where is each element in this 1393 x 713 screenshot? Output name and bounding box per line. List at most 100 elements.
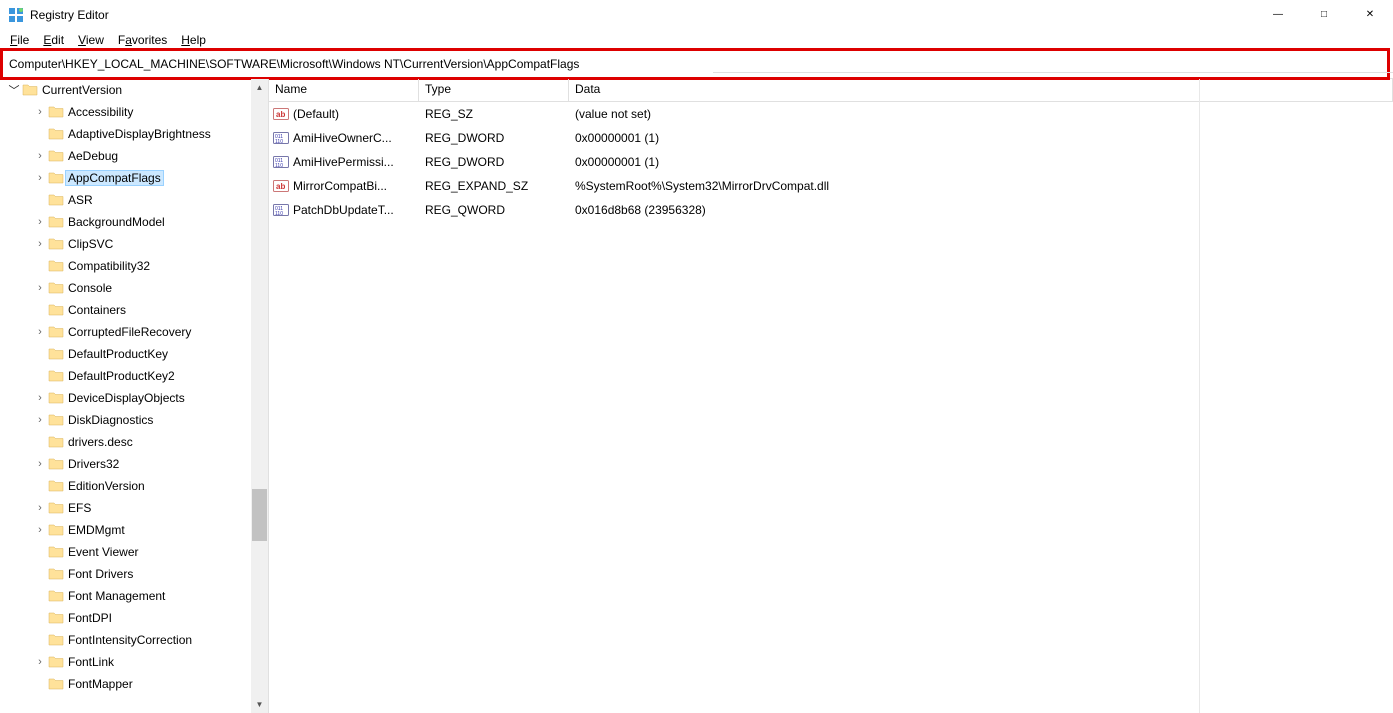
folder-icon (48, 544, 64, 560)
chevron-right-icon[interactable]: › (32, 150, 48, 162)
folder-icon (48, 126, 64, 142)
chevron-right-icon[interactable]: › (32, 502, 48, 514)
tree-item[interactable]: › Drivers32 (0, 453, 251, 475)
tree-item[interactable]: ›FontLink (0, 651, 251, 673)
folder-icon (48, 566, 64, 582)
folder-icon (48, 522, 64, 538)
column-type[interactable]: Type (419, 79, 569, 101)
tree-item[interactable]: ›DeviceDisplayObjects (0, 387, 251, 409)
chevron-right-icon[interactable]: › (32, 282, 48, 294)
value-row[interactable]: AmiHiveOwnerC...REG_DWORD0x00000001 (1) (269, 126, 1393, 150)
menu-file[interactable]: File (4, 31, 35, 49)
tree-item[interactable]: › AeDebug (0, 145, 251, 167)
tree-item[interactable]: drivers.desc (0, 431, 251, 453)
tree-item[interactable]: ›AppCompatFlags (0, 167, 251, 189)
tree-item[interactable]: ›ClipSVC (0, 233, 251, 255)
value-row[interactable]: MirrorCompatBi...REG_EXPAND_SZ%SystemRoo… (269, 174, 1393, 198)
tree-item-label: Drivers32 (68, 457, 119, 471)
folder-icon (48, 280, 64, 296)
scroll-down-button[interactable]: ▼ (251, 696, 268, 713)
chevron-right-icon[interactable]: › (32, 172, 48, 184)
folder-icon (48, 104, 64, 120)
folder-icon (48, 214, 64, 230)
tree-item[interactable]: Containers (0, 299, 251, 321)
folder-icon (48, 390, 64, 406)
scroll-thumb[interactable] (252, 489, 267, 541)
tree-item[interactable]: Event Viewer (0, 541, 251, 563)
maximize-button[interactable]: □ (1301, 0, 1347, 30)
value-name: (Default) (293, 107, 339, 121)
tree-item-label: EditionVersion (68, 479, 145, 493)
value-type: REG_EXPAND_SZ (419, 179, 569, 193)
tree-item-label: EMDMgmt (68, 523, 125, 537)
tree-item[interactable]: DefaultProductKey2 (0, 365, 251, 387)
chevron-right-icon[interactable]: › (32, 216, 48, 228)
tree-item[interactable]: ›Accessibility (0, 101, 251, 123)
column-data[interactable]: Data (569, 79, 1393, 101)
folder-icon (48, 148, 64, 164)
tree-item[interactable]: AdaptiveDisplayBrightness (0, 123, 251, 145)
binary-value-icon (273, 130, 289, 146)
values-pane: Name Type Data (Default) REG_SZ(value not… (269, 79, 1393, 713)
tree-item[interactable]: ›CorruptedFileRecovery (0, 321, 251, 343)
close-button[interactable]: ✕ (1347, 0, 1393, 30)
chevron-right-icon[interactable]: › (32, 392, 48, 404)
menu-view[interactable]: View (72, 31, 110, 49)
tree-item-label: FontDPI (68, 611, 112, 625)
tree-item-label: FontIntensityCorrection (68, 633, 192, 647)
tree-item[interactable]: ﹀CurrentVersion (0, 79, 251, 101)
tree-item[interactable]: Font Drivers (0, 563, 251, 585)
folder-icon (48, 588, 64, 604)
app-icon (8, 7, 24, 23)
value-row[interactable]: PatchDbUpdateT...REG_QWORD0x016d8b68 (23… (269, 198, 1393, 222)
folder-icon (48, 192, 64, 208)
minimize-button[interactable]: — (1255, 0, 1301, 30)
tree-item[interactable]: ASR (0, 189, 251, 211)
menu-favorites[interactable]: Favorites (112, 31, 173, 49)
chevron-right-icon[interactable]: › (32, 524, 48, 536)
folder-icon (48, 456, 64, 472)
tree-scrollbar[interactable]: ▲ ▼ (251, 79, 268, 713)
value-data: 0x00000001 (1) (569, 131, 1393, 145)
value-row[interactable]: AmiHivePermissi...REG_DWORD0x00000001 (1… (269, 150, 1393, 174)
chevron-right-icon[interactable]: › (32, 656, 48, 668)
chevron-down-icon[interactable]: ﹀ (6, 82, 22, 98)
folder-icon (48, 676, 64, 692)
tree-item[interactable]: ›BackgroundModel (0, 211, 251, 233)
tree-item[interactable]: Compatibility32 (0, 255, 251, 277)
tree-item[interactable]: ›DiskDiagnostics (0, 409, 251, 431)
tree-item[interactable]: › EMDMgmt (0, 519, 251, 541)
chevron-right-icon[interactable]: › (32, 106, 48, 118)
folder-icon (48, 434, 64, 450)
tree-item-label: AeDebug (68, 149, 118, 163)
tree-item-label: AdaptiveDisplayBrightness (68, 127, 211, 141)
folder-icon (48, 170, 64, 186)
value-data: 0x016d8b68 (23956328) (569, 203, 1393, 217)
address-bar[interactable]: Computer\HKEY_LOCAL_MACHINE\SOFTWARE\Mic… (3, 55, 585, 73)
tree-pane: ﹀CurrentVersion›Accessibility AdaptiveDis… (0, 79, 269, 713)
chevron-right-icon[interactable]: › (32, 326, 48, 338)
column-name[interactable]: Name (269, 79, 419, 101)
folder-icon (48, 412, 64, 428)
tree-item[interactable]: FontIntensityCorrection (0, 629, 251, 651)
tree-item[interactable]: FontDPI (0, 607, 251, 629)
folder-icon (48, 654, 64, 670)
value-data: (value not set) (569, 107, 1393, 121)
tree-item[interactable]: EditionVersion (0, 475, 251, 497)
chevron-right-icon[interactable]: › (32, 238, 48, 250)
menu-help[interactable]: Help (175, 31, 212, 49)
tree-item-label: Font Management (68, 589, 165, 603)
tree-item[interactable]: Font Management (0, 585, 251, 607)
tree-item[interactable]: ›Console (0, 277, 251, 299)
tree-item-label: DefaultProductKey2 (68, 369, 175, 383)
menu-edit[interactable]: Edit (37, 31, 70, 49)
chevron-right-icon[interactable]: › (32, 458, 48, 470)
scroll-up-button[interactable]: ▲ (251, 79, 268, 96)
column-headers: Name Type Data (269, 79, 1393, 102)
tree-item[interactable]: DefaultProductKey (0, 343, 251, 365)
value-row[interactable]: (Default) REG_SZ(value not set) (269, 102, 1393, 126)
tree-item[interactable]: FontMapper (0, 673, 251, 695)
chevron-right-icon[interactable]: › (32, 414, 48, 426)
value-type: REG_SZ (419, 107, 569, 121)
tree-item[interactable]: ›EFS (0, 497, 251, 519)
